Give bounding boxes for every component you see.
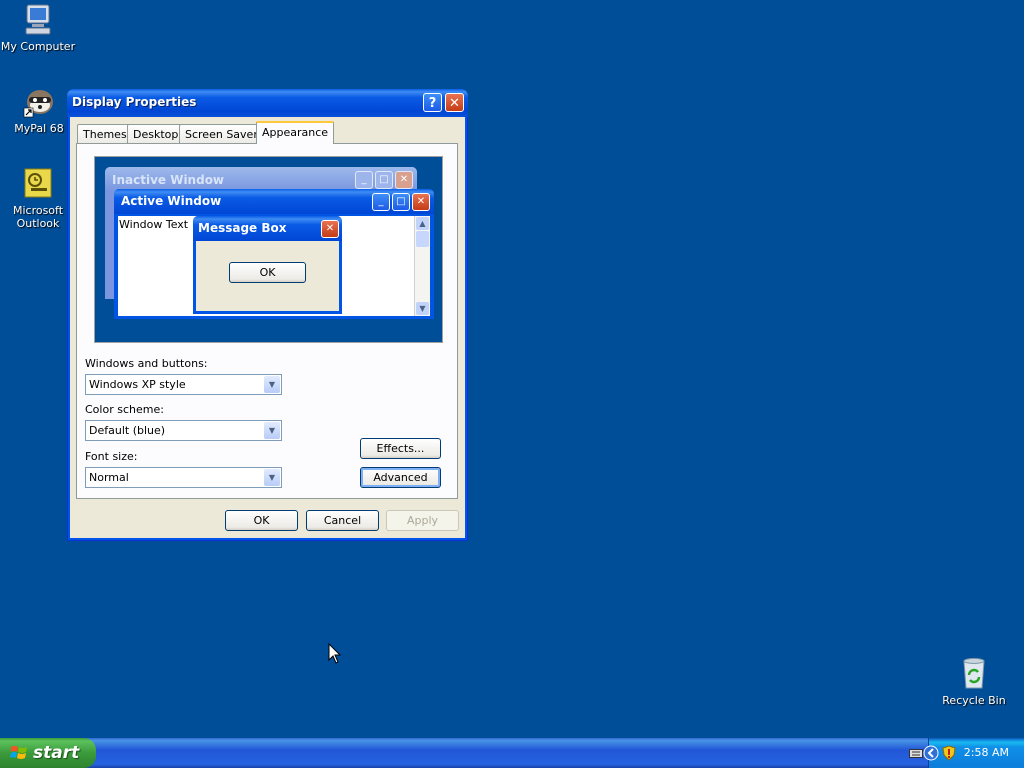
desktop-icon-my-computer[interactable]: My Computer bbox=[0, 3, 78, 53]
recycle-bin-icon bbox=[957, 657, 991, 691]
color-scheme-value: Default (blue) bbox=[89, 424, 166, 437]
close-icon: ✕ bbox=[321, 220, 339, 238]
my-computer-icon bbox=[21, 3, 55, 37]
clock[interactable]: 2:58 AM bbox=[964, 738, 1009, 768]
desktop-icon-label: Recycle Bin bbox=[942, 694, 1006, 707]
preview-window-text: Window Text bbox=[119, 218, 189, 231]
title-bar[interactable]: Display Properties ? ✕ bbox=[67, 89, 468, 117]
tab-screen-saver[interactable]: Screen Saver bbox=[179, 124, 264, 143]
keyboard-icon[interactable] bbox=[909, 747, 923, 759]
color-scheme-label: Color scheme: bbox=[85, 403, 164, 416]
desktop-icon-recycle-bin[interactable]: Recycle Bin bbox=[934, 657, 1014, 707]
color-scheme-select[interactable]: Default (blue) ▼ bbox=[85, 420, 282, 441]
display-properties-window: Display Properties ? ✕ Themes Desktop Sc… bbox=[67, 89, 468, 541]
appearance-preview: Inactive Window _ □ ✕ Active Window _ □ … bbox=[94, 156, 443, 343]
windows-buttons-select[interactable]: Windows XP style ▼ bbox=[85, 374, 282, 395]
advanced-button[interactable]: Advanced bbox=[360, 467, 441, 488]
chevron-down-icon: ▼ bbox=[264, 469, 280, 486]
preview-message-box: Message Box ✕ OK bbox=[193, 216, 342, 314]
chevron-down-icon: ▼ bbox=[264, 422, 280, 439]
font-size-value: Normal bbox=[89, 471, 129, 484]
help-button[interactable]: ? bbox=[423, 93, 442, 112]
preview-active-window: Active Window _ □ ✕ Window Text ▲ ▼ Mess… bbox=[114, 189, 434, 319]
mouse-cursor-icon bbox=[328, 643, 342, 664]
windows-buttons-value: Windows XP style bbox=[89, 378, 186, 391]
chevron-down-icon: ▼ bbox=[264, 376, 280, 393]
show-hidden-icons-icon[interactable] bbox=[923, 745, 939, 761]
scroll-thumb bbox=[416, 231, 429, 247]
effects-button[interactable]: Effects... bbox=[360, 438, 441, 459]
windows-logo-icon bbox=[10, 746, 27, 759]
desktop-icon-label: My Computer bbox=[0, 40, 76, 53]
start-button[interactable]: start bbox=[0, 738, 96, 768]
mypal-browser-icon bbox=[22, 85, 56, 119]
tab-themes[interactable]: Themes bbox=[77, 124, 133, 143]
dialog-client-area: Themes Desktop Screen Saver Appearance I… bbox=[70, 117, 465, 538]
close-icon: ✕ bbox=[395, 171, 413, 189]
desktop-icon-label: MyPal 68 bbox=[14, 122, 64, 135]
font-size-select[interactable]: Normal ▼ bbox=[85, 467, 282, 488]
taskbar: start 2:58 AM bbox=[0, 738, 1024, 768]
start-label: start bbox=[33, 743, 80, 763]
apply-button: Apply bbox=[386, 510, 459, 531]
message-box-title: Message Box bbox=[193, 216, 342, 241]
tab-appearance[interactable]: Appearance bbox=[256, 121, 335, 144]
windows-buttons-label: Windows and buttons: bbox=[85, 357, 208, 370]
outlook-icon bbox=[21, 167, 55, 201]
scroll-down-icon: ▼ bbox=[416, 302, 429, 315]
maximize-icon: □ bbox=[392, 193, 410, 211]
desktop-icon-label: Microsoft Outlook bbox=[12, 204, 64, 230]
preview-scrollbar: ▲ ▼ bbox=[414, 216, 430, 316]
window-title: Display Properties bbox=[72, 95, 197, 109]
minimize-icon: _ bbox=[372, 193, 390, 211]
tab-desktop[interactable]: Desktop bbox=[127, 124, 185, 143]
minimize-icon: _ bbox=[355, 171, 373, 189]
cancel-button[interactable]: Cancel bbox=[306, 510, 379, 531]
font-size-label: Font size: bbox=[85, 450, 138, 463]
close-button[interactable]: ✕ bbox=[445, 93, 464, 112]
maximize-icon: □ bbox=[375, 171, 393, 189]
ok-button[interactable]: OK bbox=[225, 510, 298, 531]
system-tray: 2:58 AM bbox=[909, 738, 1024, 768]
scroll-up-icon: ▲ bbox=[416, 217, 429, 230]
appearance-panel: Inactive Window _ □ ✕ Active Window _ □ … bbox=[76, 143, 458, 499]
close-icon: ✕ bbox=[412, 193, 430, 211]
preview-ok-button: OK bbox=[229, 262, 306, 283]
security-shield-icon[interactable] bbox=[942, 745, 956, 761]
